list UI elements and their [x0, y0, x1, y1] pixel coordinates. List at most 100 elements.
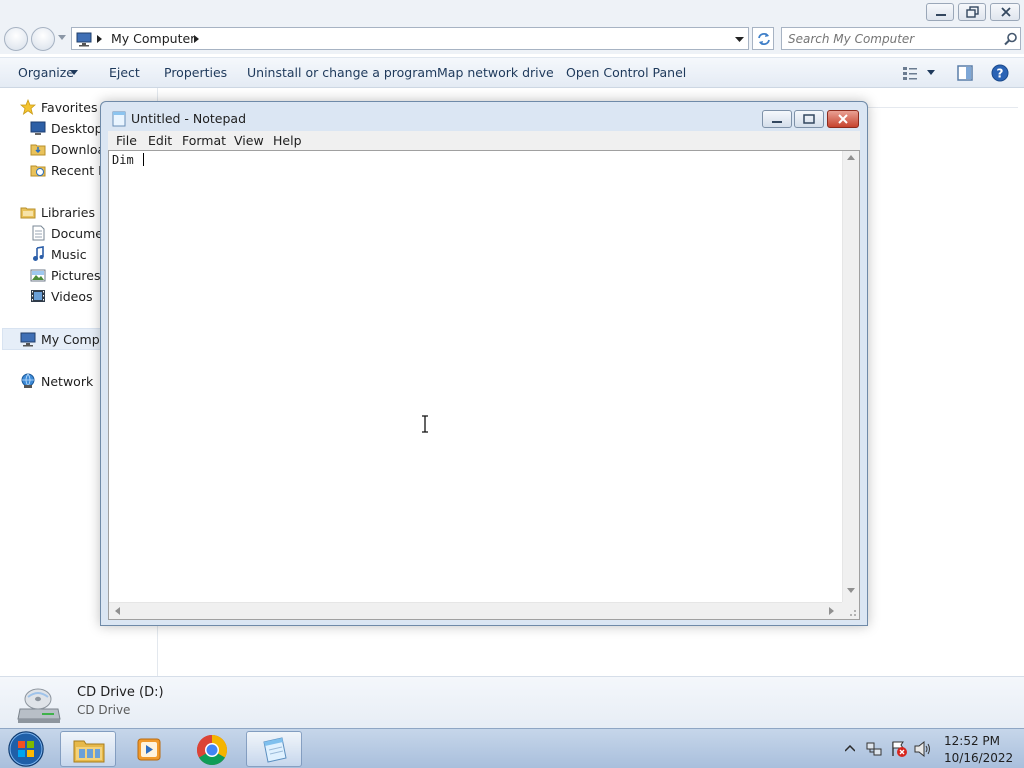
selected-item-name: CD Drive (D:): [77, 685, 164, 700]
breadcrumb-arrow-icon[interactable]: [194, 35, 200, 43]
breadcrumb-my-computer[interactable]: My Computer: [111, 31, 195, 46]
nav-desktop[interactable]: Desktop: [30, 118, 103, 138]
explorer-titlebar: [0, 0, 1024, 24]
notepad-menubar: File Edit Format View Help: [108, 131, 860, 150]
minimize-button[interactable]: [926, 3, 954, 21]
forward-button[interactable]: [31, 27, 55, 51]
open-control-panel-button[interactable]: Open Control Panel: [566, 65, 686, 80]
scroll-right-icon[interactable]: [829, 607, 835, 615]
nav-documents[interactable]: Documen: [30, 223, 111, 243]
nav-libraries[interactable]: Libraries: [20, 202, 95, 222]
documents-icon: [32, 225, 45, 241]
folder-icon: [73, 740, 105, 763]
pictures-icon: [30, 269, 46, 282]
nav-favorites[interactable]: Favorites: [20, 97, 97, 117]
nav-pictures-label: Pictures: [51, 267, 101, 283]
back-button[interactable]: [4, 27, 28, 51]
svg-text:?: ?: [997, 67, 1004, 81]
resize-grip[interactable]: [842, 602, 859, 619]
taskbar-chrome-button[interactable]: [184, 731, 240, 767]
search-box[interactable]: [781, 27, 1021, 50]
scroll-up-icon[interactable]: [847, 155, 855, 161]
recent-pages-icon[interactable]: [58, 35, 66, 41]
libraries-icon: [20, 207, 36, 219]
scroll-left-icon[interactable]: [115, 607, 121, 615]
properties-button[interactable]: Properties: [164, 65, 227, 80]
restore-button[interactable]: [958, 3, 986, 21]
clock-time[interactable]: 12:52 PM: [944, 734, 1000, 748]
nav-favorites-label: Favorites: [41, 99, 98, 115]
action-center-icon[interactable]: [890, 740, 908, 758]
menu-edit[interactable]: Edit: [148, 133, 172, 148]
vertical-scrollbar[interactable]: [842, 151, 859, 602]
breadcrumb-arrow-icon[interactable]: [97, 35, 103, 43]
clock-date[interactable]: 10/16/2022: [944, 751, 1013, 765]
notepad-close-button[interactable]: [827, 110, 859, 128]
notepad-window: Untitled - Notepad File Edit Format View…: [100, 101, 868, 626]
windows-orb-icon[interactable]: [6, 730, 46, 768]
search-icon[interactable]: [1004, 32, 1018, 46]
menu-format[interactable]: Format: [182, 133, 226, 148]
close-icon: [1001, 7, 1011, 17]
maximize-icon: [803, 114, 815, 124]
resize-grip-icon: [850, 610, 856, 616]
nav-network[interactable]: Network: [20, 371, 93, 391]
nav-desktop-label: Desktop: [51, 120, 103, 136]
star-icon: [20, 99, 36, 115]
notepad-content-text: Dim: [112, 153, 141, 167]
nav-libraries-label: Libraries: [41, 204, 95, 220]
music-icon: [33, 246, 44, 261]
cd-drive-icon: [17, 688, 61, 723]
uninstall-program-button[interactable]: Uninstall or change a program: [247, 65, 437, 80]
notepad-content[interactable]: Dim: [112, 153, 144, 167]
content-header-divider: [868, 107, 1018, 108]
organize-dropdown-icon[interactable]: [70, 70, 78, 75]
organize-button[interactable]: Organize: [18, 65, 74, 80]
help-icon[interactable]: ?: [991, 64, 1009, 82]
menu-view[interactable]: View: [234, 133, 264, 148]
taskbar-notepad-button[interactable]: [246, 731, 302, 767]
nav-music[interactable]: Music: [30, 244, 87, 264]
menu-file[interactable]: File: [116, 133, 137, 148]
view-dropdown-icon[interactable]: [927, 70, 935, 75]
taskbar: 12:52 PM 10/16/2022: [0, 728, 1024, 768]
desktop-icon: [30, 121, 46, 135]
menu-help[interactable]: Help: [273, 133, 302, 148]
details-pane: CD Drive (D:) CD Drive: [0, 676, 1024, 728]
restore-icon: [966, 6, 979, 18]
chrome-icon: [196, 735, 228, 766]
nav-network-label: Network: [41, 373, 94, 389]
nav-videos[interactable]: Videos: [30, 286, 93, 306]
nav-pictures[interactable]: Pictures: [30, 265, 101, 285]
nav-videos-label: Videos: [51, 288, 93, 304]
scroll-down-icon[interactable]: [847, 588, 855, 594]
network-status-icon[interactable]: [866, 741, 882, 757]
eject-button[interactable]: Eject: [109, 65, 140, 80]
nav-my-computer[interactable]: My Compu: [20, 329, 108, 349]
search-input[interactable]: [788, 31, 993, 47]
map-network-drive-button[interactable]: Map network drive: [437, 65, 554, 80]
notepad-minimize-button[interactable]: [762, 110, 792, 128]
taskbar-media-player-button[interactable]: [122, 731, 178, 767]
recent-places-icon: [30, 165, 46, 177]
command-bar: Organize Eject Properties Uninstall or c…: [0, 57, 1024, 88]
preview-pane-icon[interactable]: [957, 65, 973, 81]
downloads-folder-icon: [30, 144, 46, 156]
taskbar-explorer-button[interactable]: [60, 731, 116, 767]
address-dropdown-icon[interactable]: [735, 37, 744, 43]
notepad-maximize-button[interactable]: [794, 110, 824, 128]
computer-icon: [20, 332, 36, 347]
volume-icon[interactable]: [914, 741, 932, 757]
text-caret: [142, 153, 144, 166]
refresh-button[interactable]: [752, 27, 774, 50]
horizontal-scrollbar[interactable]: [109, 602, 842, 619]
close-button[interactable]: [990, 3, 1020, 21]
nav-recent-places[interactable]: Recent Pl: [30, 160, 109, 180]
minimize-icon: [936, 14, 946, 16]
notepad-text-area[interactable]: Dim: [108, 150, 860, 620]
address-bar[interactable]: My Computer: [71, 27, 749, 50]
notepad-icon: [263, 737, 287, 763]
view-options-icon[interactable]: [902, 65, 918, 81]
show-hidden-icons-icon[interactable]: [845, 745, 855, 752]
videos-icon: [31, 290, 45, 302]
